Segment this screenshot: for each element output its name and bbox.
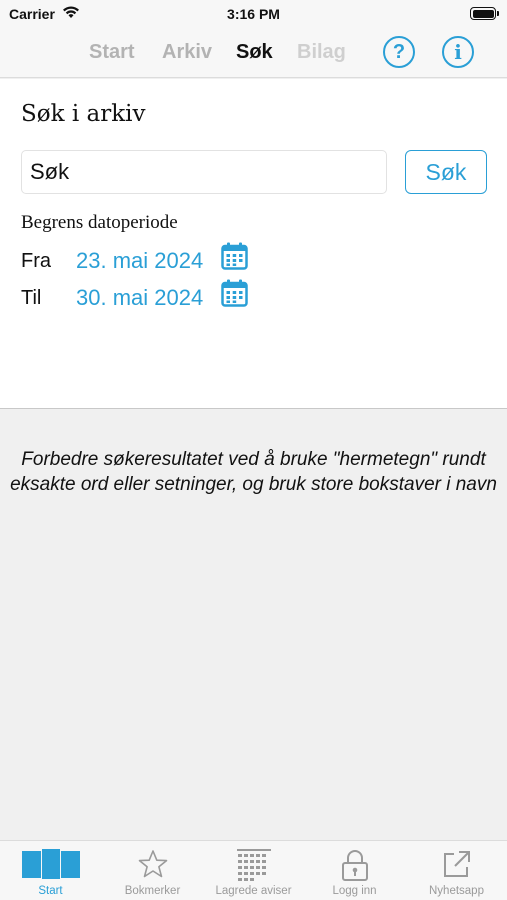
calendar-icon[interactable]: [221, 242, 248, 270]
tabbar-item-logg-inn[interactable]: Logg inn: [304, 841, 405, 900]
top-navigation: Start Arkiv Søk Bilag ? i: [0, 28, 507, 78]
search-hint: Forbedre søkeresultatet ved å bruke "her…: [10, 449, 497, 495]
tabbar-label: Lagrede aviser: [215, 885, 292, 897]
hint-area: Forbedre søkeresultatet ved å bruke "her…: [0, 410, 507, 840]
info-button[interactable]: i: [442, 36, 474, 68]
tabbar-item-start[interactable]: Start: [0, 841, 101, 900]
help-button[interactable]: ?: [383, 36, 415, 68]
tabbar-label: Start: [38, 885, 63, 897]
from-date[interactable]: 23. mai 2024: [76, 248, 203, 274]
bottom-tab-bar: Start Bokmerker Lagrede aviser Logg inn …: [0, 840, 507, 900]
tabbar-item-lagrede-aviser[interactable]: Lagrede aviser: [203, 841, 304, 900]
status-bar: Carrier 3:16 PM: [0, 0, 507, 28]
external-link-icon: [443, 851, 470, 877]
tabbar-label: Nyhetsapp: [429, 885, 484, 897]
battery-icon: [470, 7, 499, 20]
tab-bilag[interactable]: Bilag: [297, 41, 346, 64]
search-panel: Søk i arkiv Søk Begrens datoperiode Fra …: [0, 79, 507, 409]
clock: 3:16 PM: [227, 6, 280, 22]
grid-icon: [236, 849, 271, 881]
search-input[interactable]: [21, 150, 387, 194]
search-button[interactable]: Søk: [405, 150, 487, 194]
tabbar-item-nyhetsapp[interactable]: Nyhetsapp: [406, 841, 507, 900]
lock-icon: [341, 850, 368, 881]
tab-arkiv[interactable]: Arkiv: [162, 41, 212, 64]
to-label: Til: [21, 287, 42, 309]
tab-start[interactable]: Start: [89, 41, 135, 64]
page-title: Søk i arkiv: [21, 101, 146, 127]
tabbar-label: Bokmerker: [124, 885, 181, 897]
tab-sok[interactable]: Søk: [236, 41, 273, 64]
from-label: Fra: [21, 250, 51, 272]
star-icon: [138, 850, 167, 878]
to-date[interactable]: 30. mai 2024: [76, 285, 203, 311]
tabbar-label: Logg inn: [332, 885, 377, 897]
calendar-icon[interactable]: [221, 279, 248, 307]
date-range-label: Begrens datoperiode: [21, 212, 178, 233]
pages-icon: [21, 849, 80, 879]
tabbar-item-bokmerker[interactable]: Bokmerker: [102, 841, 203, 900]
